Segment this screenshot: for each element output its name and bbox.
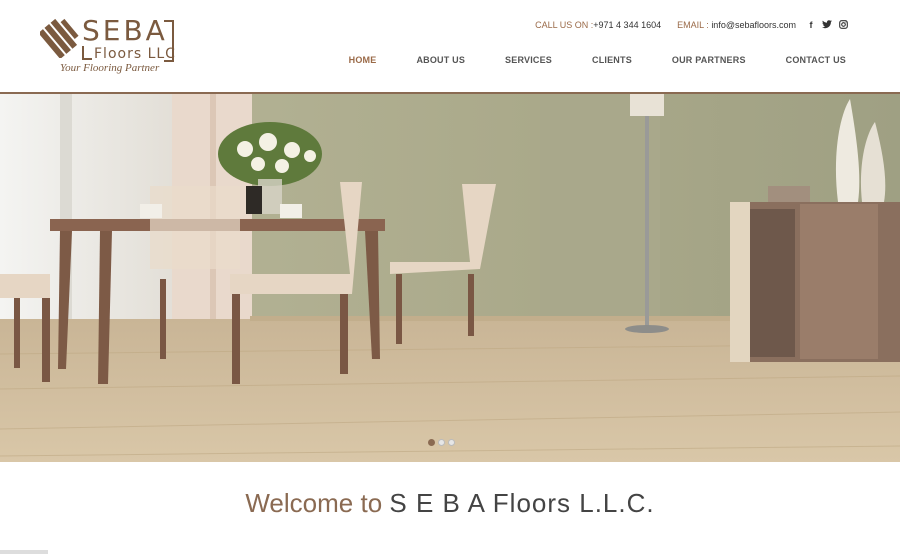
slide-dot-2[interactable] bbox=[438, 439, 445, 446]
welcome-heading: Welcome to S E B A Floors L.L.C. bbox=[0, 488, 900, 519]
contact-bar: CALL US ON : +971 4 344 1604 EMAIL : inf… bbox=[535, 20, 848, 30]
facebook-icon[interactable]: f bbox=[806, 20, 816, 30]
nav-our-partners[interactable]: OUR PARTNERS bbox=[672, 55, 746, 65]
instagram-icon[interactable] bbox=[838, 20, 848, 30]
logo[interactable]: SEBA Floors LLC Your Flooring Partner bbox=[40, 14, 180, 76]
welcome-prefix: Welcome to bbox=[245, 488, 383, 518]
site-header: SEBA Floors LLC Your Flooring Partner CA… bbox=[0, 0, 900, 92]
welcome-brand: S E B A Floors L.L.C. bbox=[389, 488, 655, 518]
hero-slider[interactable] bbox=[0, 94, 900, 462]
nav-clients[interactable]: CLIENTS bbox=[592, 55, 632, 65]
nav-home[interactable]: HOME bbox=[349, 55, 377, 65]
logo-bracket-left bbox=[82, 46, 92, 60]
main-nav: HOME ABOUT US SERVICES CLIENTS OUR PARTN… bbox=[349, 55, 846, 65]
parquet-logo-icon bbox=[40, 18, 79, 58]
nav-about-us[interactable]: ABOUT US bbox=[416, 55, 465, 65]
slide-dot-1[interactable] bbox=[428, 439, 435, 446]
call-label: CALL US ON : bbox=[535, 20, 594, 30]
email-label: EMAIL : bbox=[677, 20, 709, 30]
social-links: f bbox=[806, 20, 848, 30]
hero-image bbox=[0, 94, 900, 462]
nav-services[interactable]: SERVICES bbox=[505, 55, 552, 65]
scroll-corner bbox=[0, 550, 48, 554]
nav-contact-us[interactable]: CONTACT US bbox=[786, 55, 846, 65]
twitter-icon[interactable] bbox=[822, 20, 832, 30]
logo-bracket-right bbox=[164, 20, 174, 62]
email-link[interactable]: info@sebafloors.com bbox=[711, 20, 796, 30]
slider-dots bbox=[428, 439, 455, 446]
logo-wordmark: SEBA bbox=[82, 14, 168, 47]
slide-dot-3[interactable] bbox=[448, 439, 455, 446]
logo-tagline: Your Flooring Partner bbox=[60, 62, 160, 74]
phone-number[interactable]: +971 4 344 1604 bbox=[593, 20, 661, 30]
